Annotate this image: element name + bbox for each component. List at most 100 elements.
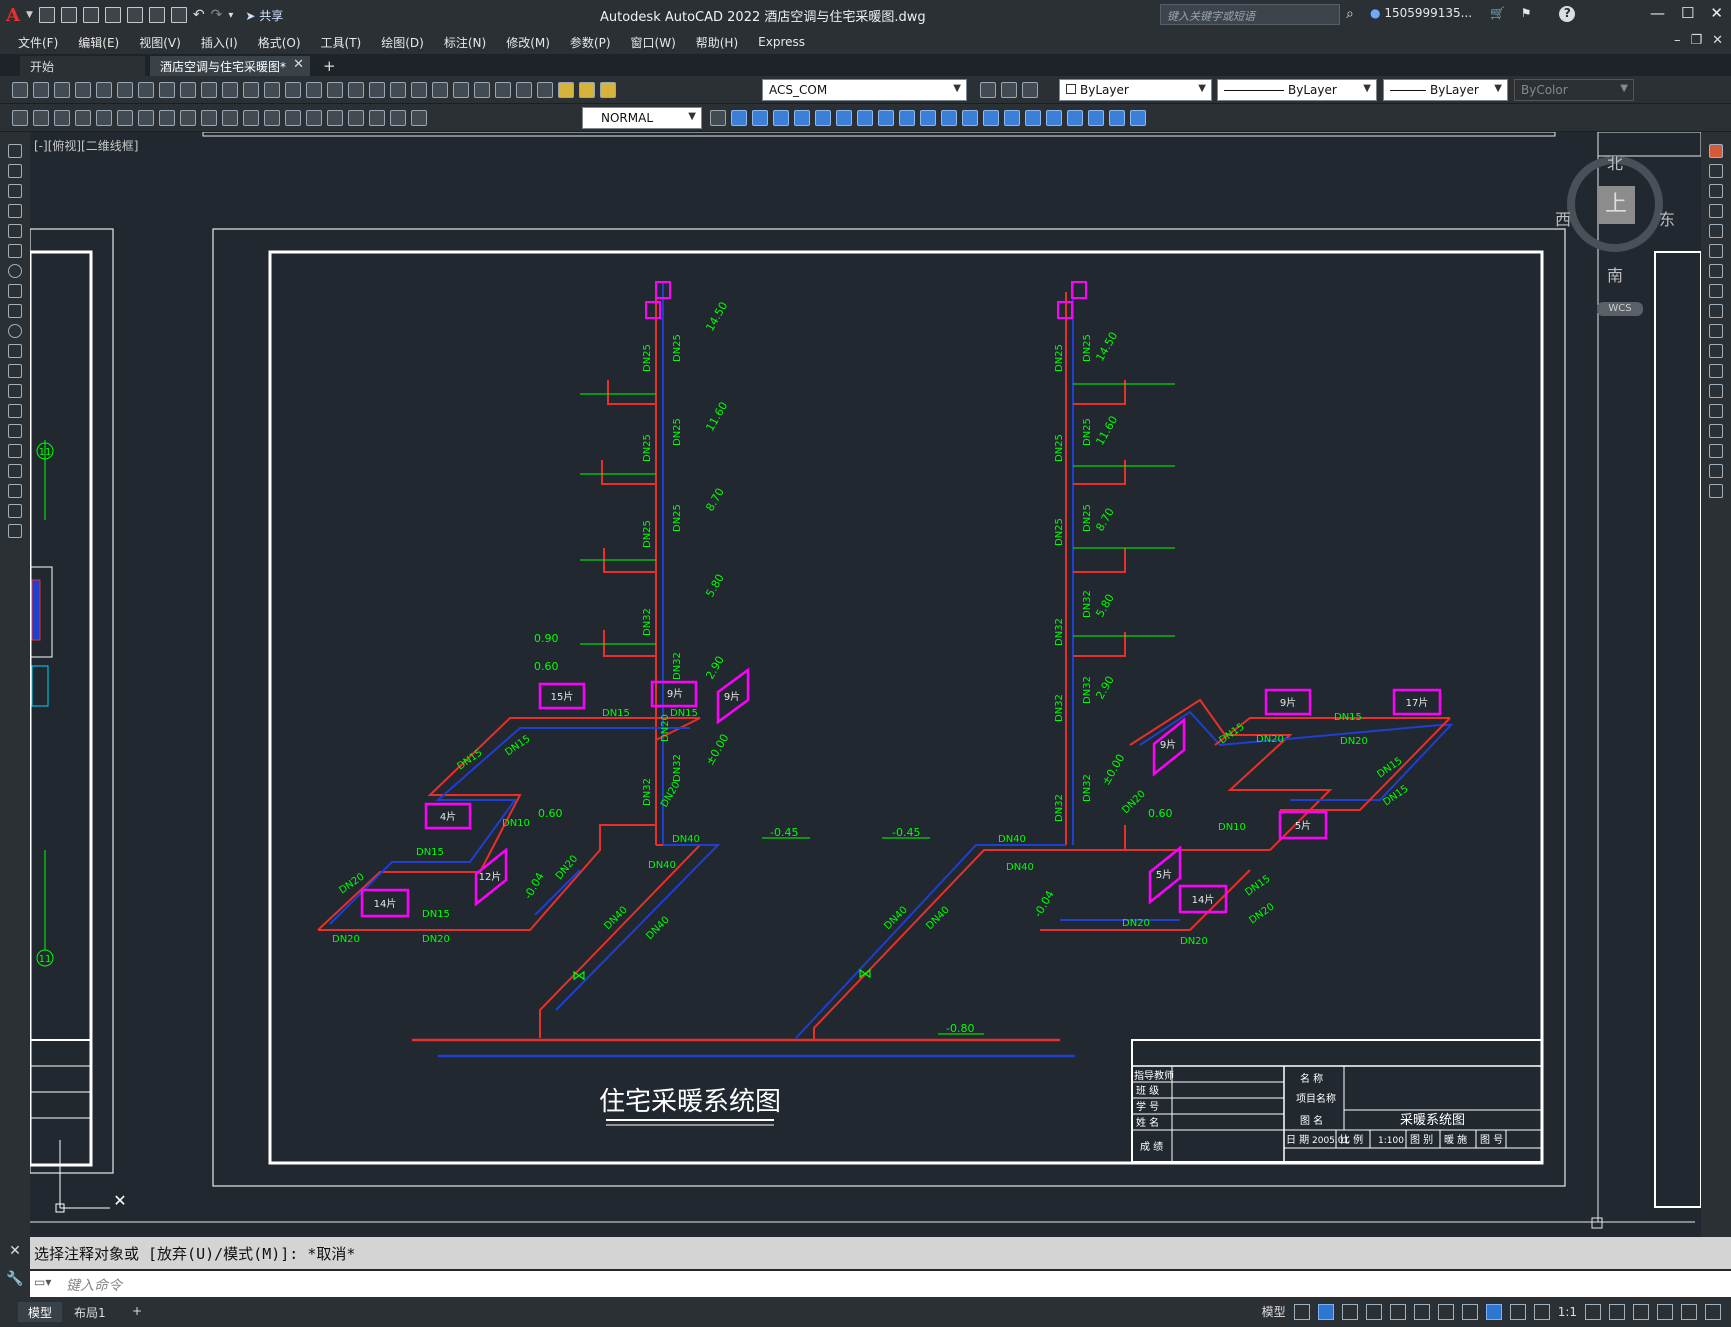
menu-insert[interactable]: 插入(I) (201, 34, 238, 51)
lineweight-icon[interactable] (1461, 1303, 1478, 1320)
copy-icon[interactable] (180, 82, 196, 98)
polar-icon[interactable] (1365, 1303, 1382, 1320)
command-input[interactable]: 键入命令 (30, 1271, 1731, 1297)
scale-vt-icon[interactable] (1709, 284, 1723, 298)
make-block-icon[interactable] (8, 384, 22, 398)
object-track-icon[interactable] (1413, 1303, 1430, 1320)
new-tab-button[interactable]: + (323, 57, 336, 75)
dim-space-icon[interactable] (243, 110, 259, 126)
attribute-icon[interactable] (1088, 110, 1104, 126)
xref-icon[interactable] (1130, 110, 1146, 126)
point-icon[interactable] (8, 404, 22, 418)
maximize-icon[interactable]: ☐ (1681, 4, 1694, 22)
qsave-icon[interactable] (54, 82, 70, 98)
undo-icon[interactable]: ↶ (193, 7, 205, 23)
hatch-icon[interactable] (8, 424, 22, 438)
tab-start[interactable]: 开始 (20, 56, 145, 76)
construction-line-icon[interactable] (8, 164, 22, 178)
zoom-realtime-icon[interactable] (327, 82, 343, 98)
offset-vt-icon[interactable] (1709, 204, 1723, 218)
block-editor-icon[interactable] (243, 82, 259, 98)
trim-vt-icon[interactable] (1709, 324, 1723, 338)
close-command-icon[interactable]: ✕ (0, 1243, 30, 1259)
close-icon[interactable]: ✕ (1710, 4, 1723, 22)
save-icon[interactable] (82, 7, 99, 23)
matchprop-icon[interactable] (222, 82, 238, 98)
ellipse-arc-icon[interactable] (8, 344, 22, 358)
sheet-set-icon[interactable] (453, 82, 469, 98)
linear-dim-icon[interactable] (12, 110, 28, 126)
dim-update-icon[interactable] (411, 110, 427, 126)
doc-close-icon[interactable]: ✕ (1712, 33, 1723, 48)
arc-length-icon[interactable] (54, 110, 70, 126)
rotate-vt-icon[interactable] (1709, 264, 1723, 278)
menu-window[interactable]: 窗口(W) (631, 34, 676, 51)
scale-icon[interactable] (857, 110, 873, 126)
region-icon[interactable] (8, 464, 22, 478)
new-file-icon[interactable] (38, 7, 55, 23)
compass-east[interactable]: 东 (1659, 206, 1675, 230)
insert-block-icon[interactable] (1067, 110, 1083, 126)
circle-icon[interactable] (8, 264, 22, 278)
a360-icon[interactable]: ⚑ (1521, 6, 1532, 20)
annotation-visibility-icon[interactable] (1485, 1303, 1502, 1320)
line-icon[interactable] (8, 144, 22, 158)
plotstyle-dropdown[interactable]: ByColor ▼ (1514, 79, 1634, 101)
menu-draw[interactable]: 绘图(D) (381, 34, 424, 51)
lineweight-dropdown[interactable]: ByLayer ▼ (1383, 79, 1508, 101)
hardware-accel-icon[interactable] (1657, 1303, 1673, 1320)
dim-text-edit-icon[interactable] (390, 110, 406, 126)
compass-north[interactable]: 北 (1607, 150, 1623, 174)
osnap-icon[interactable] (1437, 1303, 1454, 1320)
open-icon[interactable] (33, 82, 49, 98)
layer-on-icon[interactable] (558, 82, 574, 98)
markup-icon[interactable] (474, 82, 490, 98)
jogged-linear-icon[interactable] (348, 110, 364, 126)
preview-icon[interactable] (96, 82, 112, 98)
chamfer-icon[interactable] (983, 110, 999, 126)
compass-south[interactable]: 南 (1607, 262, 1623, 286)
snap-icon[interactable] (1317, 1303, 1334, 1320)
menu-edit[interactable]: 编辑(E) (78, 34, 119, 51)
rotate-icon[interactable] (836, 110, 852, 126)
layer-dropdown[interactable]: ACS_COM ▼ (762, 79, 967, 101)
help-icon[interactable]: ? (1559, 6, 1576, 22)
table-icon[interactable] (8, 484, 22, 498)
move-vt-icon[interactable] (1709, 244, 1723, 258)
redo-tool-icon[interactable] (285, 82, 301, 98)
extend-vt-icon[interactable] (1709, 344, 1723, 358)
blend-icon[interactable] (1709, 464, 1723, 478)
block-icon[interactable] (1046, 110, 1062, 126)
array-icon[interactable] (794, 110, 810, 126)
doc-restore-icon[interactable]: ❐ (1690, 33, 1702, 48)
layer-lock-icon[interactable] (600, 82, 616, 98)
isodraft-icon[interactable] (1389, 1303, 1406, 1320)
fillet-icon[interactable] (1004, 110, 1020, 126)
ortho-icon[interactable] (1341, 1303, 1358, 1320)
grip-square[interactable] (1591, 1217, 1603, 1229)
customization-icon[interactable] (1705, 1303, 1721, 1320)
compass-west[interactable]: 西 (1555, 206, 1571, 230)
model-space-button[interactable]: 模型 (1262, 1303, 1286, 1320)
customize-command-icon[interactable]: 🔧 (0, 1271, 30, 1287)
auto-scale-icon[interactable] (1509, 1303, 1526, 1320)
tab-model[interactable]: 模型 (18, 1302, 63, 1322)
dim-style-icon[interactable] (710, 110, 726, 126)
polyline-icon[interactable] (8, 184, 22, 198)
radius-dim-icon[interactable] (96, 110, 112, 126)
zoom-previous-icon[interactable] (369, 82, 385, 98)
dimstyle-dropdown[interactable]: NORMAL ▼ (582, 107, 702, 129)
command-prompt-icon[interactable]: ▭▾ (34, 1275, 51, 1289)
erase-icon[interactable] (1709, 144, 1723, 158)
group-icon[interactable] (1109, 110, 1125, 126)
open-file-icon[interactable] (60, 7, 77, 23)
undo-tool-icon[interactable] (264, 82, 280, 98)
copy-object-icon[interactable] (731, 110, 747, 126)
share-button[interactable]: ➤ 共享 (245, 7, 283, 24)
stretch-icon[interactable] (878, 110, 894, 126)
save-web-icon[interactable] (148, 7, 165, 23)
menu-parametric[interactable]: 参数(P) (570, 34, 611, 51)
join-vt-icon[interactable] (1709, 404, 1723, 418)
isolate-icon[interactable] (1633, 1303, 1649, 1320)
mirror-icon[interactable] (752, 110, 768, 126)
